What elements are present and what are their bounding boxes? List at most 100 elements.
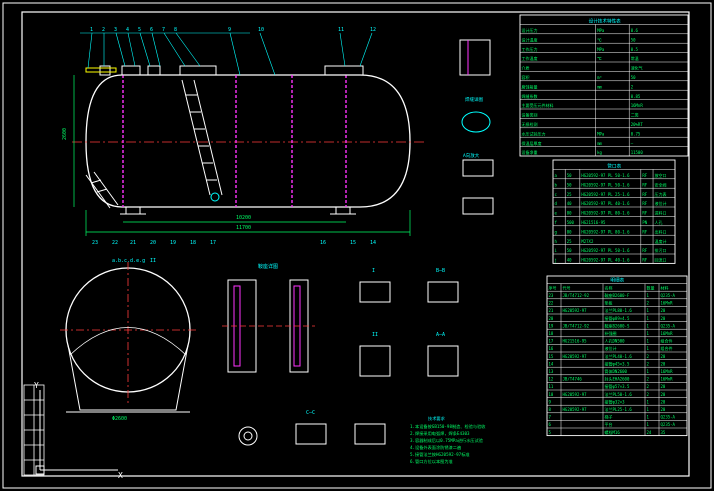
design-table-cell: MPa (597, 28, 605, 33)
parts-table-cell: 接管φ45×3.5 (605, 360, 630, 366)
nozzle-top-5 (324, 65, 364, 76)
design-table-cell: mm (597, 141, 602, 146)
svg-text:21: 21 (130, 240, 136, 246)
design-spec-table: 设计技术特性表设计压力 MPa 0.6 设计温度 ℃ 50 工作压力 MPa 0.5 工作温度 ℃ 常… (519, 14, 689, 157)
section-details: I B—B II A—A C—C (238, 268, 459, 446)
nozzle-table-title: 管口表 (607, 162, 621, 169)
parts-table-cell: 1 (647, 346, 650, 351)
nozzle-table-cell: RF (642, 248, 647, 253)
nozzle-table-cell: 40 (567, 201, 572, 206)
svg-text:1.本设备按GB150-98制造、检验与验收: 1.本设备按GB150-98制造、检验与验收 (410, 423, 486, 430)
parts-table-cell: 16 (549, 346, 554, 351)
nozzle-table-cell: 人孔 (655, 219, 663, 225)
parts-table-cell: 1 (647, 331, 650, 336)
parts-table-cell: 数量 (647, 284, 655, 290)
parts-table-cell: 1 (647, 399, 650, 404)
parts-table-cell: 人孔DN500 (605, 338, 626, 344)
parts-table-cell: 9 (549, 399, 552, 404)
nozzle-table-cell: b (555, 182, 558, 187)
svg-text:1: 1 (90, 27, 93, 33)
dim-overall-text: 11700 (236, 225, 251, 231)
parts-table-cell: 1 (647, 339, 650, 344)
nozzle-table-cell: HG20592-97 PL 50-1.6 (581, 248, 630, 253)
parts-table-cell: 1 (647, 293, 650, 298)
nozzle-top-3 (147, 65, 161, 76)
parts-table-cell: JB/T4712-92 (563, 293, 590, 298)
parts-table-cell: JB/T4712-92 (563, 323, 590, 328)
svg-text:11: 11 (338, 27, 344, 33)
parts-table-cell: 法兰PL40-1.6 (605, 353, 633, 359)
parts-table-cell: 2 (647, 301, 650, 306)
svg-text:10: 10 (258, 27, 264, 33)
nozzle-table-cell: RF (642, 229, 647, 234)
nozzle-table-cell: 50 (567, 173, 572, 178)
parts-table-cell: 梯子 (605, 414, 613, 420)
parts-table-cell: 20 (661, 407, 666, 412)
parts-table-cell: HG20592-97 (563, 392, 588, 397)
nozzle-table: 管口表 a 50 HG20592-97 PL 50-1.6 RF 放空口 b 50 HG2059… (552, 159, 676, 264)
nozzle-table-cell: f (555, 220, 558, 225)
nozzle-table-cell: g (555, 229, 558, 234)
parts-table-cell: 法兰PL25-1.6 (605, 406, 633, 412)
nozzle-table-cell: a (555, 173, 558, 178)
parts-table-cell: 材料 (661, 284, 669, 290)
parts-table-cell: 20 (661, 384, 666, 389)
tank-end-view: a.b.c.d.e.g II Φ2600 (60, 258, 198, 422)
design-table-cell: 50 (631, 37, 636, 42)
top-platform (85, 67, 117, 73)
svg-text:4: 4 (126, 27, 129, 33)
nozzle-table-cell: 进料口 (655, 210, 667, 216)
design-table-title: 设计技术特性表 (589, 17, 622, 24)
parts-table-cell: HG20592-97 (563, 308, 588, 313)
parts-table-cell: 接管φ57×3.5 (605, 383, 630, 389)
design-table-cell: 11500 (631, 150, 644, 155)
nozzle-table-cell: HG20592-97 PL 40-1.6 (581, 258, 630, 263)
parts-table-cell: 5 (549, 430, 552, 435)
nozzle-top-1 (99, 65, 111, 76)
svg-text:7: 7 (162, 27, 165, 33)
parts-table-cell: 16MnR (661, 301, 674, 306)
parts-table-cell: 17 (549, 339, 554, 344)
nozzle-table-cell: 出料口 (655, 228, 667, 234)
saddle-detail: 鞍座详图 (222, 263, 315, 373)
saddle-view-label: 鞍座详图 (258, 263, 278, 270)
svg-text:17: 17 (210, 240, 216, 246)
svg-text:14: 14 (370, 240, 376, 246)
svg-text:4.设备外表面涂防锈漆二遍: 4.设备外表面涂防锈漆二遍 (410, 444, 462, 451)
cad-drawing-canvas[interactable]: 11700 10200 2600 1 2 3 4 5 6 7 8 9 10 11… (0, 0, 714, 491)
parts-table-cell: 垫板 (605, 300, 613, 306)
nozzle-table-cell: e (555, 211, 558, 216)
design-table-cell: MPa (597, 47, 605, 52)
parts-table-cell: 1 (647, 407, 650, 412)
parts-table-cell: 20 (661, 392, 666, 397)
parts-table-cell: 1 (647, 308, 650, 313)
nozzle-table-cell: RF (642, 211, 647, 216)
design-table-cell: 设计温度 (522, 36, 538, 42)
nozzle-table-cell: 25 (567, 192, 572, 197)
tech-requirements: 技术要求 1.本设备按GB150-98制造、检验与验收 2.焊接采用电弧焊，焊条… (410, 415, 486, 465)
parts-table-cell: 螺栓M16 (605, 429, 621, 435)
parts-table-title: 明细表 (610, 277, 624, 284)
top-callout-leaders (80, 32, 373, 76)
end-view-num: II (150, 258, 156, 264)
svg-text:6: 6 (150, 27, 153, 33)
nozzle-table-cell: 液位计 (655, 200, 667, 206)
section-label-b: B—B (436, 268, 445, 274)
parts-table-cell: 35 (661, 430, 666, 435)
svg-text:19: 19 (170, 240, 176, 246)
svg-text:6.管口方位以本图为准: 6.管口方位以本图为准 (410, 458, 453, 465)
tank-shell-outline (85, 74, 411, 208)
nozzle-table-cell: 回流口 (655, 257, 667, 263)
parts-table-cell: 液位计 (605, 345, 617, 351)
svg-text:2.焊接采用电弧焊，焊条E4303: 2.焊接采用电弧焊，焊条E4303 (410, 430, 470, 437)
svg-text:2: 2 (102, 27, 105, 33)
nozzle-table-cell: 压力表 (655, 191, 667, 197)
design-table-cell: 工作温度 (522, 55, 538, 61)
parts-table-cell: 名称 (605, 284, 613, 290)
saddle-left (120, 207, 146, 215)
nozzle-table-cell: 40 (567, 258, 572, 263)
parts-table-cell: 16MnR (661, 331, 674, 336)
svg-text:23: 23 (92, 240, 98, 246)
parts-table-cell: 13 (549, 369, 554, 374)
parts-table-cell: 补强圈 (605, 330, 617, 336)
